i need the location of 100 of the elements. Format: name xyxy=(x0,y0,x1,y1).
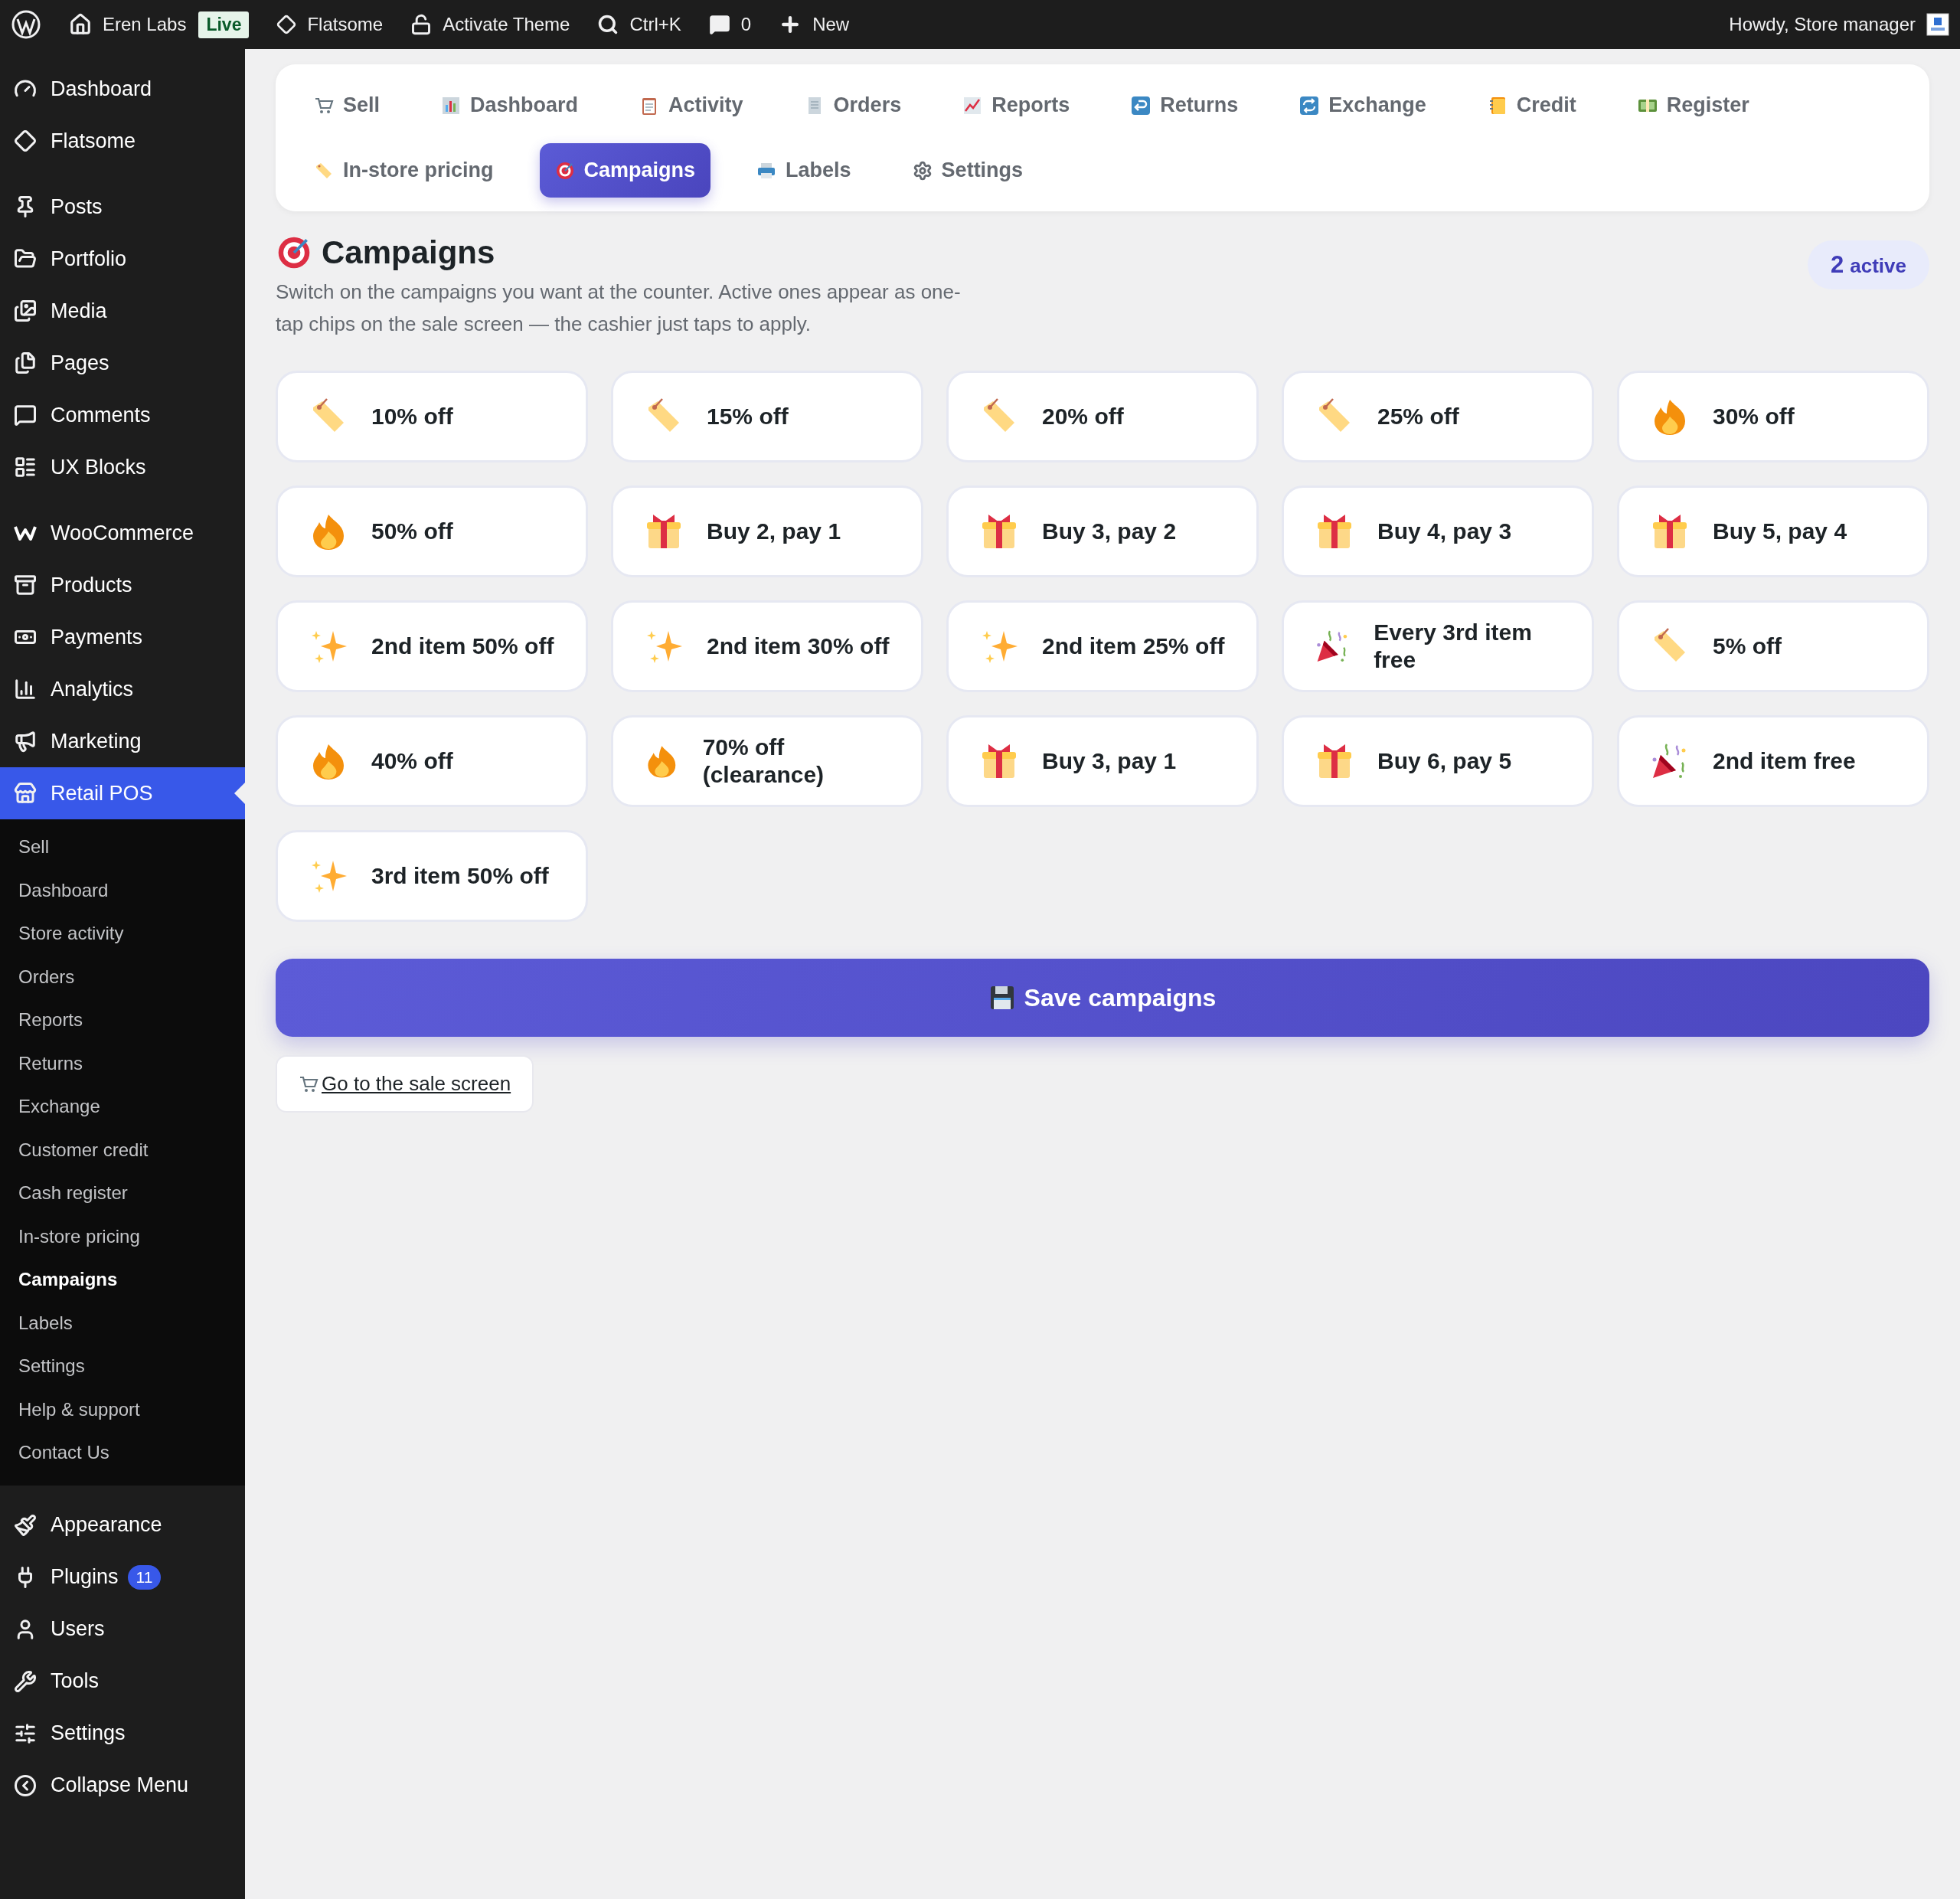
images-icon xyxy=(14,299,37,322)
tab[interactable]: Reports xyxy=(947,78,1086,132)
sidebar-item[interactable]: Analytics xyxy=(0,663,245,715)
sidebar-item[interactable]: Comments xyxy=(0,389,245,441)
repeat-arrows-icon xyxy=(1299,95,1320,116)
pages-icon xyxy=(14,351,37,374)
campaign-card[interactable]: 3rd item 50% off xyxy=(276,830,588,922)
submenu-item[interactable]: Returns xyxy=(0,1041,245,1085)
submenu-item[interactable]: Sell xyxy=(0,825,245,869)
sidebar-item[interactable]: Portfolio xyxy=(0,233,245,285)
admin-bar-item[interactable]: Eren Labs xyxy=(69,13,187,36)
tab[interactable]: Returns xyxy=(1116,78,1254,132)
tab[interactable]: Dashboard xyxy=(426,78,594,132)
tab[interactable]: Settings xyxy=(897,143,1039,198)
submenu-item[interactable]: Help & support xyxy=(0,1387,245,1431)
campaign-card[interactable]: 20% off xyxy=(946,371,1259,462)
campaign-card[interactable]: Buy 4, pay 3 xyxy=(1282,485,1594,577)
campaign-card[interactable]: Buy 3, pay 1 xyxy=(946,715,1259,807)
active-count: 2 xyxy=(1831,251,1844,279)
speech-bubble-icon xyxy=(14,404,37,427)
submenu-item[interactable]: Labels xyxy=(0,1301,245,1345)
campaign-card[interactable]: Buy 6, pay 5 xyxy=(1282,715,1594,807)
campaign-card[interactable]: Buy 5, pay 4 xyxy=(1617,485,1929,577)
tab[interactable]: In-store pricing xyxy=(299,143,509,198)
sidebar-item[interactable]: Payments xyxy=(0,611,245,663)
admin-bar-item[interactable]: Activate Theme xyxy=(410,14,570,35)
blocks-icon xyxy=(14,456,37,479)
campaign-card[interactable]: 10% off xyxy=(276,371,588,462)
campaign-card[interactable]: 70% off (clearance) xyxy=(611,715,923,807)
campaign-card[interactable]: 2nd item 25% off xyxy=(946,600,1259,692)
campaign-card[interactable]: 2nd item 30% off xyxy=(611,600,923,692)
submenu-item[interactable]: Dashboard xyxy=(0,868,245,912)
campaign-card[interactable]: Buy 3, pay 2 xyxy=(946,485,1259,577)
campaign-card[interactable]: Every 3rd item free xyxy=(1282,600,1594,692)
submenu-item[interactable]: In-store pricing xyxy=(0,1214,245,1258)
sidebar-item[interactable]: Products xyxy=(0,559,245,611)
account-menu[interactable]: Howdy, Store manager xyxy=(1729,13,1949,36)
sidebar-item[interactable]: Users xyxy=(0,1603,245,1655)
home-icon xyxy=(69,13,92,36)
wordpress-logo-icon[interactable] xyxy=(11,9,41,40)
admin-bar-item[interactable]: New xyxy=(779,13,850,36)
count-badge: 11 xyxy=(127,1564,162,1590)
page-title: Campaigns xyxy=(322,234,495,271)
sidebar-item[interactable]: Plugins 11 xyxy=(0,1551,245,1603)
tab[interactable]: Exchange xyxy=(1284,78,1442,132)
sidebar-item[interactable]: Dashboard xyxy=(0,63,245,115)
submenu-item[interactable]: Contact Us xyxy=(0,1431,245,1475)
store-icon xyxy=(14,782,37,805)
sliders-icon xyxy=(14,1721,37,1745)
campaign-card[interactable]: Buy 2, pay 1 xyxy=(611,485,923,577)
megaphone-icon xyxy=(14,730,37,753)
admin-bar-item[interactable]: Ctrl+K xyxy=(597,14,681,35)
tab[interactable]: Campaigns xyxy=(539,143,711,198)
sidebar-item[interactable]: Settings xyxy=(0,1707,245,1760)
campaign-card[interactable]: 2nd item free xyxy=(1617,715,1929,807)
page-description: Switch on the campaigns you want at the counter. Active ones appear as one-tap chips on the sale screen — the cashier just taps to apply. xyxy=(276,279,962,337)
sidebar-item[interactable]: Flatsome xyxy=(0,115,245,167)
submenu-item[interactable]: Orders xyxy=(0,955,245,999)
paintbrush-icon xyxy=(14,1513,37,1537)
campaign-card[interactable]: 50% off xyxy=(276,485,588,577)
save-button[interactable]: Save campaigns xyxy=(276,959,1929,1037)
sidebar-item[interactable]: Posts xyxy=(0,181,245,233)
sidebar-item[interactable]: UX Blocks xyxy=(0,441,245,493)
campaign-card[interactable]: 5% off xyxy=(1617,600,1929,692)
sidebar-item[interactable]: Tools xyxy=(0,1655,245,1708)
sidebar-item[interactable]: Retail POS xyxy=(0,767,245,819)
campaign-card[interactable]: 15% off xyxy=(611,371,923,462)
sale-screen-link[interactable]: Go to the sale screen xyxy=(276,1055,534,1113)
admin-bar-item[interactable]: 0 xyxy=(708,14,752,35)
sidebar-item[interactable]: Pages xyxy=(0,337,245,389)
campaign-card[interactable]: 25% off xyxy=(1282,371,1594,462)
wrench-icon xyxy=(14,1669,37,1693)
campaign-card[interactable]: 40% off xyxy=(276,715,588,807)
submenu-item[interactable]: Campaigns xyxy=(0,1258,245,1302)
tab[interactable]: Sell xyxy=(299,78,396,132)
sidebar-item[interactable]: Collapse Menu xyxy=(0,1759,245,1812)
campaign-card[interactable]: 2nd item 50% off xyxy=(276,600,588,692)
tab[interactable]: Labels xyxy=(741,143,867,198)
tab[interactable]: Register xyxy=(1622,78,1765,132)
submenu-item[interactable]: Exchange xyxy=(0,1085,245,1129)
admin-bar-item[interactable]: Flatsome xyxy=(276,14,384,35)
submenu-item[interactable]: Store activity xyxy=(0,912,245,956)
campaign-card[interactable]: 30% off xyxy=(1617,371,1929,462)
submenu-item[interactable]: Reports xyxy=(0,999,245,1042)
submenu-item[interactable]: Cash register xyxy=(0,1172,245,1215)
tab[interactable]: Activity xyxy=(624,78,759,132)
bar-chart-icon xyxy=(441,95,462,116)
submenu-item[interactable]: Customer credit xyxy=(0,1128,245,1172)
submenu-item[interactable]: Settings xyxy=(0,1345,245,1388)
live-badge: Live xyxy=(198,11,250,38)
sidebar-item[interactable]: WooCommerce xyxy=(0,507,245,559)
sidebar-item[interactable]: Marketing xyxy=(0,715,245,767)
sidebar-item[interactable]: Appearance xyxy=(0,1499,245,1551)
tab[interactable]: Orders xyxy=(789,78,917,132)
archive-icon xyxy=(14,574,37,597)
tab[interactable]: Credit xyxy=(1472,78,1592,132)
trend-chart-icon xyxy=(962,95,983,116)
settings-icon xyxy=(912,160,933,181)
sidebar-item[interactable]: Media xyxy=(0,285,245,337)
diamond-icon xyxy=(276,15,297,34)
